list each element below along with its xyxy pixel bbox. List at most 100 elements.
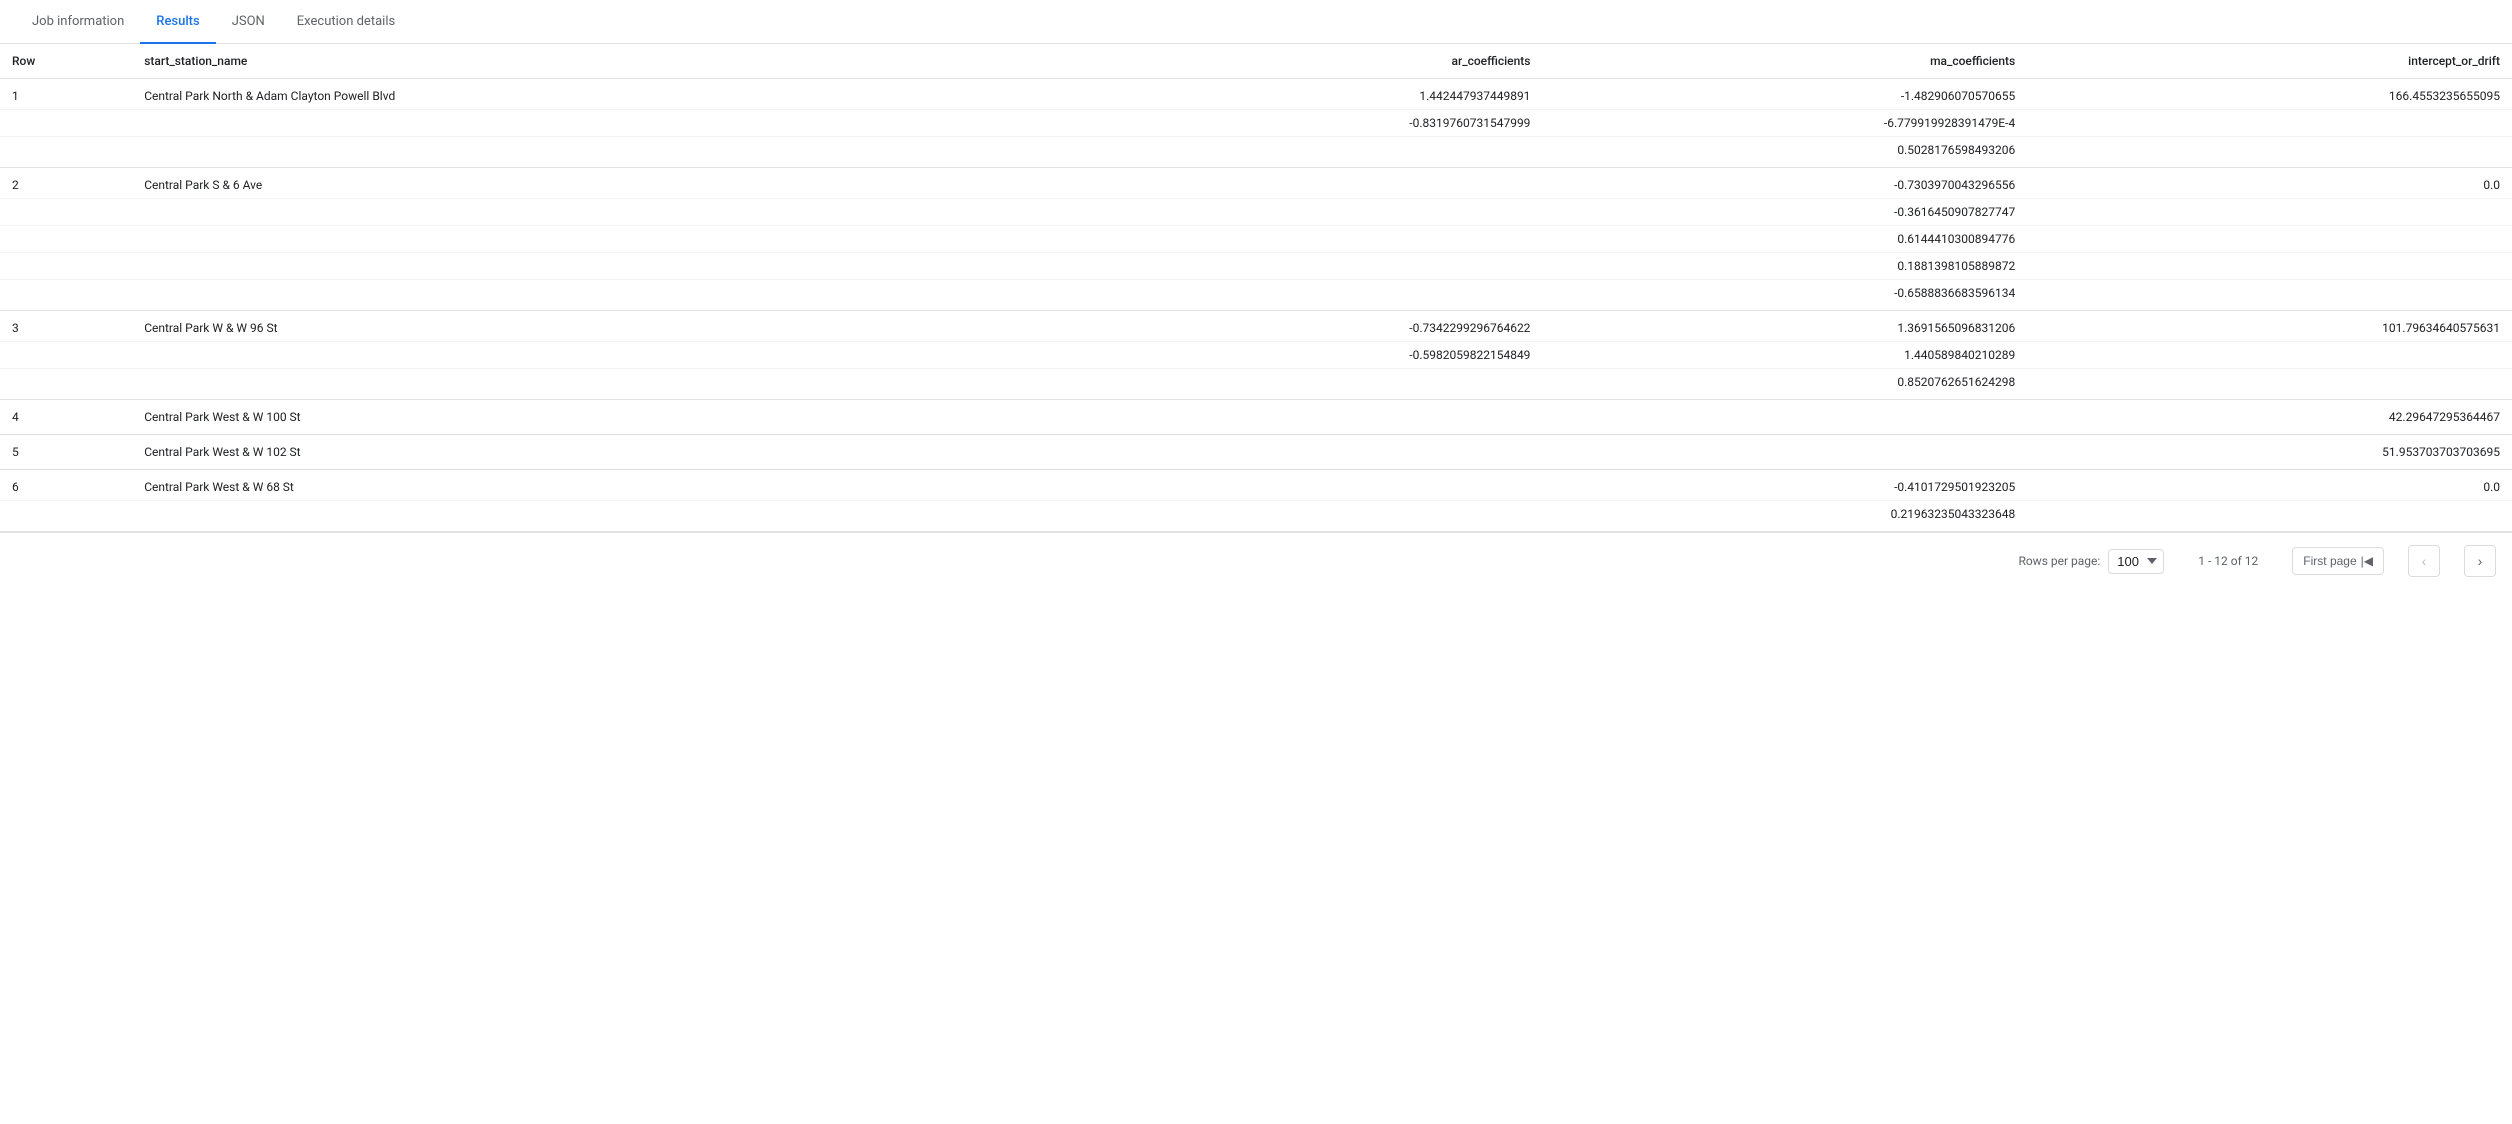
cell-intercept: [2027, 253, 2512, 280]
table-row: 3Central Park W & W 96 St-0.734229929676…: [0, 311, 2512, 342]
tab-job-information[interactable]: Job information: [16, 0, 140, 43]
table-row: -0.6588836683596134: [0, 280, 2512, 311]
cell-ar-coefficient: [1058, 435, 1543, 470]
results-table: Row start_station_name ar_coefficients m…: [0, 44, 2512, 532]
table-row: 6Central Park West & W 68 St -0.410172950…: [0, 470, 2512, 501]
cell-ar-coefficient: [1058, 253, 1543, 280]
cell-ma-coefficient: 0.5028176598493206: [1542, 137, 2027, 168]
cell-row-number: 6: [0, 470, 132, 501]
first-page-label: First page: [2303, 554, 2356, 568]
page-info: 1 - 12 of 12: [2188, 554, 2268, 568]
cell-station-name: Central Park S & 6 Ave: [132, 168, 1057, 199]
cell-row-number: [0, 110, 132, 137]
cell-intercept: [2027, 369, 2512, 400]
table-row: 0.21963235043323648: [0, 501, 2512, 532]
cell-ma-coefficient: 0.1881398105889872: [1542, 253, 2027, 280]
cell-ar-coefficient: [1058, 400, 1543, 435]
cell-ma-coefficient: 0.8520762651624298: [1542, 369, 2027, 400]
cell-ma-coefficient: [1542, 435, 2027, 470]
cell-station-name: [132, 501, 1057, 532]
table-row: -0.3616450907827747: [0, 199, 2512, 226]
cell-intercept: 42.29647295364467: [2027, 400, 2512, 435]
cell-ma-coefficient: [1542, 400, 2027, 435]
col-header-row: Row: [0, 44, 132, 79]
table-row: -0.59820598221548491.440589840210289: [0, 342, 2512, 369]
prev-page-button[interactable]: ‹: [2408, 545, 2440, 577]
table-row: 5Central Park West & W 102 St 51.95370370…: [0, 435, 2512, 470]
cell-station-name: [132, 253, 1057, 280]
cell-intercept: 166.4553235655095: [2027, 79, 2512, 110]
first-page-icon: |◀: [2361, 554, 2373, 568]
col-header-ar: ar_coefficients: [1058, 44, 1543, 79]
cell-row-number: [0, 342, 132, 369]
first-page-button[interactable]: First page |◀: [2292, 547, 2384, 575]
cell-row-number: 1: [0, 79, 132, 110]
cell-ma-coefficient: 0.21963235043323648: [1542, 501, 2027, 532]
cell-intercept: 0.0: [2027, 168, 2512, 199]
cell-ma-coefficient: 1.440589840210289: [1542, 342, 2027, 369]
cell-intercept: 101.79634640575631: [2027, 311, 2512, 342]
cell-station-name: [132, 369, 1057, 400]
cell-station-name: [132, 342, 1057, 369]
prev-icon: ‹: [2422, 553, 2427, 569]
table-row: -0.8319760731547999-6.779919928391479E-4: [0, 110, 2512, 137]
cell-intercept: [2027, 137, 2512, 168]
next-page-button[interactable]: ›: [2464, 545, 2496, 577]
cell-ar-coefficient: [1058, 168, 1543, 199]
table-row: 1Central Park North & Adam Clayton Powel…: [0, 79, 2512, 110]
cell-station-name: Central Park North & Adam Clayton Powell…: [132, 79, 1057, 110]
rows-per-page-select[interactable]: 100 10 25 50: [2108, 549, 2164, 574]
table-row: 0.5028176598493206: [0, 137, 2512, 168]
next-icon: ›: [2478, 553, 2483, 569]
cell-station-name: Central Park West & W 68 St: [132, 470, 1057, 501]
cell-ar-coefficient: [1058, 199, 1543, 226]
cell-station-name: Central Park West & W 100 St: [132, 400, 1057, 435]
cell-station-name: [132, 280, 1057, 311]
cell-intercept: [2027, 501, 2512, 532]
cell-row-number: 3: [0, 311, 132, 342]
table-row: 2Central Park S & 6 Ave -0.73039700432965…: [0, 168, 2512, 199]
cell-row-number: 5: [0, 435, 132, 470]
results-table-container: Row start_station_name ar_coefficients m…: [0, 44, 2512, 532]
cell-station-name: [132, 110, 1057, 137]
cell-station-name: [132, 137, 1057, 168]
cell-station-name: Central Park West & W 102 St: [132, 435, 1057, 470]
col-header-intercept: intercept_or_drift: [2027, 44, 2512, 79]
tab-json[interactable]: JSON: [216, 0, 281, 43]
cell-intercept: [2027, 110, 2512, 137]
cell-row-number: [0, 137, 132, 168]
tab-bar: Job information Results JSON Execution d…: [0, 0, 2512, 44]
cell-row-number: [0, 199, 132, 226]
cell-row-number: [0, 280, 132, 311]
cell-ma-coefficient: -6.779919928391479E-4: [1542, 110, 2027, 137]
cell-row-number: [0, 226, 132, 253]
cell-ma-coefficient: -0.4101729501923205: [1542, 470, 2027, 501]
cell-intercept: [2027, 280, 2512, 311]
cell-ar-coefficient: [1058, 501, 1543, 532]
cell-ma-coefficient: -0.7303970043296556: [1542, 168, 2027, 199]
cell-row-number: 2: [0, 168, 132, 199]
cell-ar-coefficient: [1058, 137, 1543, 168]
cell-station-name: [132, 199, 1057, 226]
cell-ar-coefficient: [1058, 369, 1543, 400]
cell-ma-coefficient: 0.6144410300894776: [1542, 226, 2027, 253]
cell-ar-coefficient: [1058, 280, 1543, 311]
tab-execution-details[interactable]: Execution details: [281, 0, 411, 43]
rows-per-page-control: Rows per page: 100 10 25 50: [2018, 549, 2164, 574]
cell-ma-coefficient: -1.482906070570655: [1542, 79, 2027, 110]
rows-per-page-label: Rows per page:: [2018, 554, 2100, 568]
table-footer: Rows per page: 100 10 25 50 1 - 12 of 12…: [0, 532, 2512, 589]
cell-row-number: [0, 253, 132, 280]
table-row: 0.8520762651624298: [0, 369, 2512, 400]
table-row: 4Central Park West & W 100 St42.29647295…: [0, 400, 2512, 435]
cell-intercept: 51.953703703703695: [2027, 435, 2512, 470]
cell-ar-coefficient: -0.8319760731547999: [1058, 110, 1543, 137]
cell-ar-coefficient: 1.442447937449891: [1058, 79, 1543, 110]
table-row: 0.6144410300894776: [0, 226, 2512, 253]
cell-ar-coefficient: [1058, 470, 1543, 501]
tab-results[interactable]: Results: [140, 0, 215, 43]
cell-intercept: 0.0: [2027, 470, 2512, 501]
cell-ma-coefficient: -0.6588836683596134: [1542, 280, 2027, 311]
cell-ar-coefficient: -0.5982059822154849: [1058, 342, 1543, 369]
cell-ar-coefficient: [1058, 226, 1543, 253]
